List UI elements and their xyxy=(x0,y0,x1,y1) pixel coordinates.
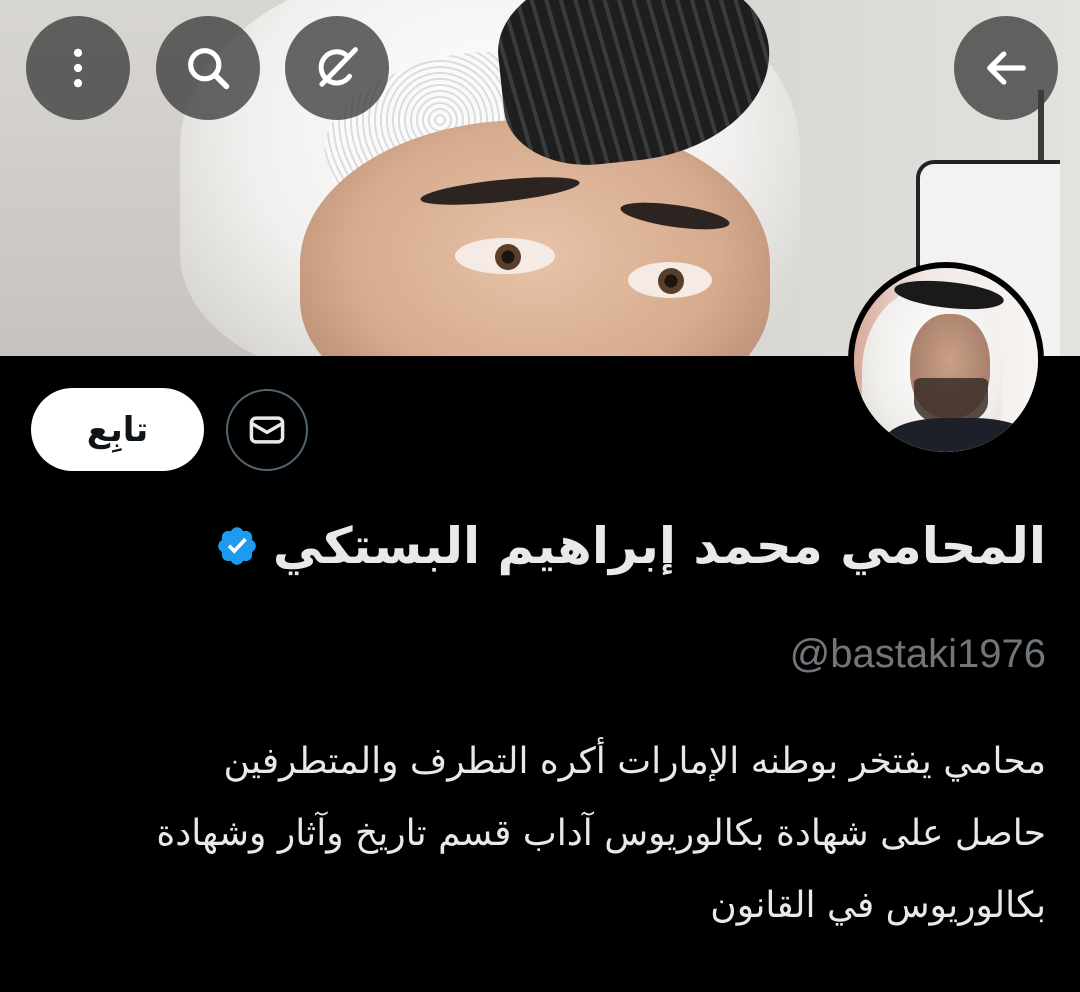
profile-avatar[interactable] xyxy=(848,262,1044,458)
follow-button-label: تابِع xyxy=(86,409,149,450)
grok-icon xyxy=(318,47,358,87)
follow-button[interactable]: تابِع xyxy=(31,388,204,471)
bio-line: محامي يفتخر بوطنه الإمارات أكره التطرف و… xyxy=(223,741,1046,782)
bio-line: بكالوريوس في القانون xyxy=(710,885,1046,926)
more-options-button[interactable] xyxy=(26,16,130,120)
more-vertical-icon xyxy=(73,48,83,88)
profile-bio: محامي يفتخر بوطنه الإمارات أكره التطرف و… xyxy=(36,726,1046,942)
profile-handle: @bastaki1976 xyxy=(789,632,1046,676)
arrow-left-icon xyxy=(987,51,1026,85)
back-button[interactable] xyxy=(954,16,1058,120)
grok-button[interactable] xyxy=(285,16,389,120)
verified-badge-icon[interactable] xyxy=(215,524,259,568)
banner-eye-right xyxy=(628,262,712,298)
bio-line: حاصل على شهادة بكالوريوس آداب قسم تاريخ … xyxy=(156,813,1046,854)
search-icon xyxy=(188,48,230,90)
profile-name-row: المحامي محمد إبراهيم البستكي xyxy=(215,506,1046,586)
envelope-icon xyxy=(249,416,285,444)
display-name: المحامي محمد إبراهيم البستكي xyxy=(272,517,1046,575)
banner-eye-left xyxy=(455,238,555,274)
message-button[interactable] xyxy=(226,389,308,471)
search-button[interactable] xyxy=(156,16,260,120)
